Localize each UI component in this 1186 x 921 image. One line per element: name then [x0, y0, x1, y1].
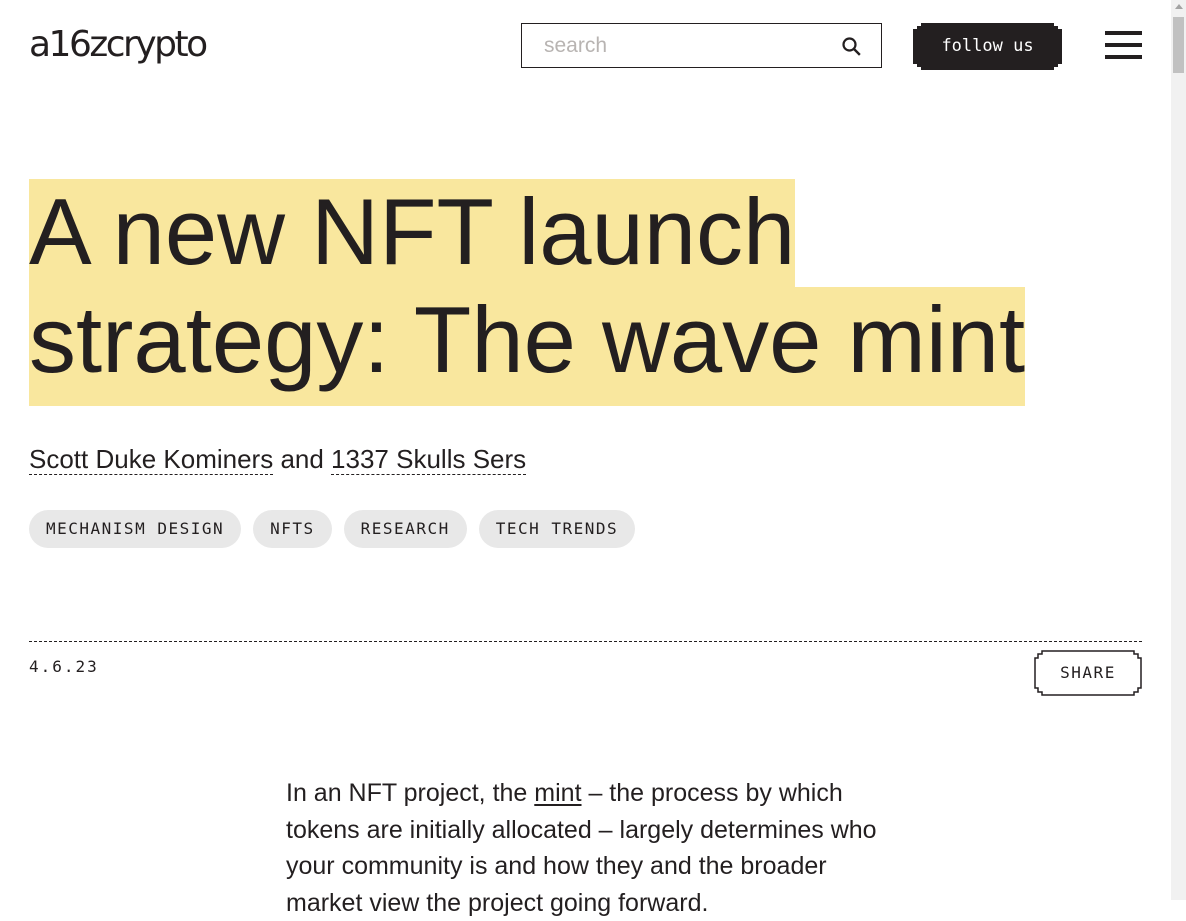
author-link-scott-duke-kominers[interactable]: Scott Duke Kominers [29, 444, 274, 475]
article-header: A new NFT launch strategy: The wave mint [29, 178, 1059, 406]
tag-tech-trends[interactable]: TECH TRENDS [478, 510, 636, 548]
tag-list: MECHANISM DESIGN NFTS RESEARCH TECH TREN… [29, 510, 636, 548]
title-line-2: strategy: The wave mint [29, 287, 1026, 406]
article-body-paragraph: In an NFT project, the mint – the proces… [286, 775, 896, 921]
author-byline: Scott Duke Kominers and 1337 Skulls Sers [29, 442, 527, 476]
search-box [521, 23, 882, 68]
tag-nfts[interactable]: NFTS [253, 510, 332, 548]
share-button[interactable]: SHARE [1034, 650, 1142, 696]
dashed-divider [29, 641, 1142, 642]
author-joiner: and [273, 444, 332, 474]
follow-us-button[interactable]: follow us [913, 23, 1062, 70]
scrollbar[interactable] [1171, 0, 1186, 900]
menu-bar [1105, 31, 1142, 35]
body-text-prefix: In an NFT project, the [286, 779, 535, 807]
hamburger-menu-icon[interactable] [1105, 31, 1143, 61]
scroll-up-arrow-icon[interactable] [1175, 4, 1183, 9]
author-link-1337-skulls-sers[interactable]: 1337 Skulls Sers [331, 444, 527, 475]
title-line-1: A new NFT launch [29, 179, 796, 298]
menu-bar [1105, 55, 1142, 59]
search-icon[interactable] [841, 36, 861, 56]
site-logo[interactable]: a16zcrypto [29, 22, 208, 68]
publish-date: 4.6.23 [29, 657, 99, 676]
tag-research[interactable]: RESEARCH [343, 510, 467, 548]
article-title: A new NFT launch strategy: The wave mint [29, 178, 1059, 406]
search-input[interactable] [522, 24, 822, 67]
share-label: SHARE [1060, 663, 1116, 682]
menu-bar [1105, 43, 1142, 47]
scrollbar-thumb[interactable] [1173, 17, 1184, 73]
tag-mechanism-design[interactable]: MECHANISM DESIGN [29, 510, 242, 548]
mint-link[interactable]: mint [534, 779, 581, 807]
